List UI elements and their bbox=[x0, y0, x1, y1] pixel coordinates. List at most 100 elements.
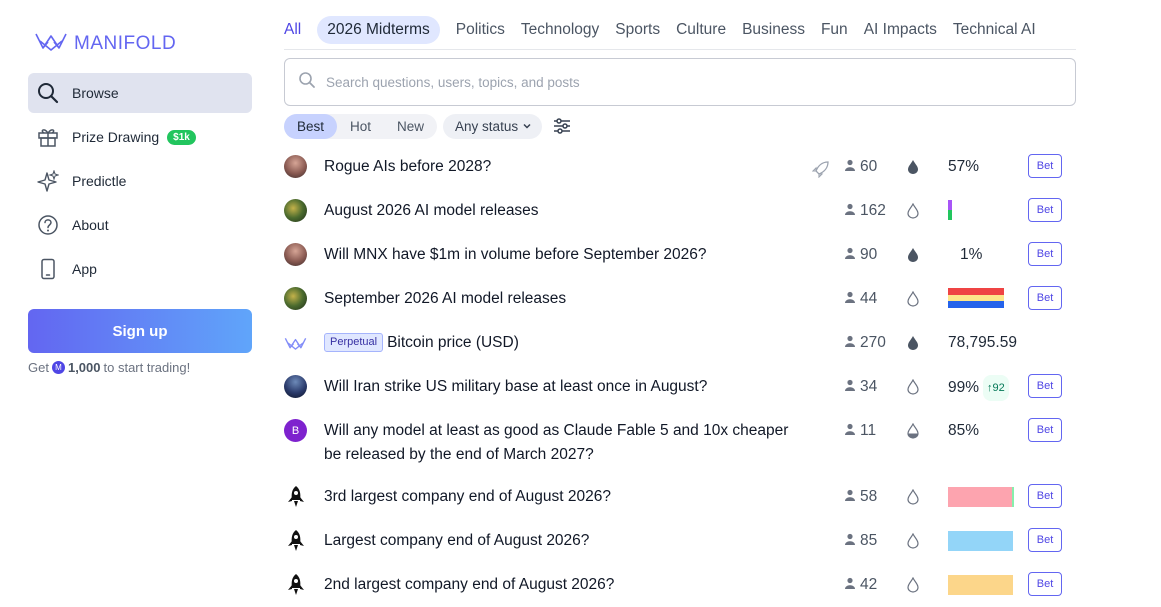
rocket-avatar-icon[interactable] bbox=[284, 529, 307, 552]
sort-group: Best Hot New bbox=[284, 113, 438, 139]
market-row[interactable]: August 2026 AI model releases 162 Bet bbox=[284, 188, 1076, 232]
market-row[interactable]: Will MNX have $1m in volume before Septe… bbox=[284, 232, 1076, 276]
sidebar-item-label: App bbox=[72, 261, 97, 277]
tab-2026-midterms[interactable]: 2026 Midterms bbox=[317, 15, 440, 44]
bet-button[interactable]: Bet bbox=[1028, 242, 1062, 266]
user-icon bbox=[844, 331, 856, 355]
rocket-avatar-icon[interactable] bbox=[284, 573, 307, 596]
sidebar-item-about[interactable]: About bbox=[28, 205, 252, 245]
avatar[interactable]: B bbox=[284, 419, 307, 442]
answer-distribution-bar bbox=[948, 487, 1014, 512]
bet-button[interactable]: Bet bbox=[1028, 528, 1062, 552]
market-row[interactable]: B Will any model at least as good as Cla… bbox=[284, 408, 1076, 474]
rocket-icon bbox=[811, 160, 830, 183]
answer-distribution-bar bbox=[948, 575, 1014, 600]
trader-count: 60 bbox=[844, 155, 877, 179]
bet-button[interactable]: Bet bbox=[1028, 198, 1062, 222]
bet-button[interactable]: Bet bbox=[1028, 572, 1062, 596]
trader-count: 90 bbox=[844, 243, 877, 267]
tab-business[interactable]: Business bbox=[742, 21, 805, 39]
probability: 1% bbox=[960, 246, 983, 263]
gift-icon bbox=[37, 126, 59, 148]
phone-icon bbox=[37, 258, 59, 280]
market-title[interactable]: 2nd largest company end of August 2026? bbox=[324, 573, 804, 597]
market-title[interactable]: Will MNX have $1m in volume before Septe… bbox=[324, 243, 804, 267]
avatar[interactable] bbox=[284, 199, 307, 222]
signup-note: Get M 1,000 to start trading! bbox=[28, 360, 190, 375]
market-title-text: Bitcoin price (USD) bbox=[387, 334, 519, 351]
tab-technology[interactable]: Technology bbox=[521, 21, 599, 39]
user-icon bbox=[844, 287, 856, 311]
market-title[interactable]: Rogue AIs before 2028? bbox=[324, 155, 804, 179]
market-list: Rogue AIs before 2028? 60 57% Bet August… bbox=[284, 144, 1076, 606]
market-row[interactable]: 3rd largest company end of August 2026? … bbox=[284, 474, 1076, 518]
bet-button[interactable]: Bet bbox=[1028, 484, 1062, 508]
avatar[interactable] bbox=[284, 375, 307, 398]
bet-button[interactable]: Bet bbox=[1028, 154, 1062, 178]
sidebar-item-app[interactable]: App bbox=[28, 249, 252, 289]
probability: 57% bbox=[948, 158, 980, 175]
tab-sports[interactable]: Sports bbox=[615, 21, 660, 39]
trader-count: 270 bbox=[844, 331, 886, 355]
manifold-crane-icon bbox=[34, 28, 68, 59]
market-row[interactable]: Will Iran strike US military base at lea… bbox=[284, 364, 1076, 408]
tab-fun[interactable]: Fun bbox=[821, 21, 848, 39]
manifold-logo[interactable]: MANIFOLD bbox=[34, 28, 176, 59]
price-value: 78,795.59 bbox=[948, 334, 1017, 351]
sidebar-item-browse[interactable]: Browse bbox=[28, 73, 252, 113]
sidebar-item-predictle[interactable]: Predictle bbox=[28, 161, 252, 201]
trader-count: 34 bbox=[844, 375, 877, 399]
trader-count-value: 34 bbox=[860, 378, 878, 395]
search-bar bbox=[284, 58, 1076, 106]
sign-up-button[interactable]: Sign up bbox=[28, 309, 252, 353]
bet-button[interactable]: Bet bbox=[1028, 286, 1062, 310]
market-row[interactable]: Rogue AIs before 2028? 60 57% Bet bbox=[284, 144, 1076, 188]
tab-politics[interactable]: Politics bbox=[456, 21, 505, 39]
avatar[interactable] bbox=[284, 243, 307, 266]
market-title[interactable]: August 2026 AI model releases bbox=[324, 199, 804, 223]
search-icon bbox=[298, 71, 316, 94]
market-title[interactable]: Will any model at least as good as Claud… bbox=[324, 419, 804, 467]
market-title[interactable]: Perpetual Bitcoin price (USD) bbox=[324, 331, 804, 355]
tab-all[interactable]: All bbox=[284, 21, 301, 39]
tab-culture[interactable]: Culture bbox=[676, 21, 726, 39]
avatar[interactable] bbox=[284, 331, 307, 354]
market-row[interactable]: 2nd largest company end of August 2026? … bbox=[284, 562, 1076, 606]
sidebar-item-prize-drawing[interactable]: Prize Drawing $1k bbox=[28, 117, 252, 157]
tab-technical-ai[interactable]: Technical AI bbox=[953, 21, 1036, 39]
signup-note-amount: 1,000 bbox=[67, 360, 101, 375]
signup-note-suffix: to start trading! bbox=[103, 360, 191, 375]
liquidity-full-icon bbox=[906, 335, 920, 356]
market-row[interactable]: Perpetual Bitcoin price (USD) 270 78,795.… bbox=[284, 320, 1076, 364]
trader-count: 42 bbox=[844, 573, 877, 597]
market-title[interactable]: 3rd largest company end of August 2026? bbox=[324, 485, 804, 509]
trader-count-value: 270 bbox=[860, 334, 886, 351]
market-row[interactable]: September 2026 AI model releases 44 Bet bbox=[284, 276, 1076, 320]
bet-button[interactable]: Bet bbox=[1028, 374, 1062, 398]
sort-best[interactable]: Best bbox=[284, 113, 338, 139]
sort-new[interactable]: New bbox=[384, 114, 437, 139]
trader-count-value: 42 bbox=[860, 576, 878, 593]
sort-hot[interactable]: Hot bbox=[337, 114, 384, 139]
avatar[interactable] bbox=[284, 155, 307, 178]
sidebar: MANIFOLD Browse Prize Drawing $1k Predic… bbox=[0, 0, 270, 607]
user-icon bbox=[844, 573, 856, 597]
trader-count-value: 58 bbox=[860, 488, 878, 505]
avatar[interactable] bbox=[284, 287, 307, 310]
liquidity-empty-icon bbox=[906, 290, 920, 312]
liquidity-empty-icon bbox=[906, 202, 920, 224]
market-title[interactable]: Largest company end of August 2026? bbox=[324, 529, 804, 553]
market-title[interactable]: September 2026 AI model releases bbox=[324, 287, 804, 311]
rocket-avatar-icon[interactable] bbox=[284, 485, 307, 508]
answer-distribution-bar bbox=[948, 288, 1004, 313]
market-row[interactable]: Largest company end of August 2026? 85 B… bbox=[284, 518, 1076, 562]
market-title[interactable]: Will Iran strike US military base at lea… bbox=[324, 375, 804, 399]
status-select[interactable]: Any status bbox=[443, 113, 543, 139]
status-select-value: Any status bbox=[455, 118, 519, 134]
bet-button[interactable]: Bet bbox=[1028, 418, 1062, 442]
user-icon bbox=[844, 199, 856, 223]
sparkles-icon bbox=[37, 170, 59, 192]
filter-settings-icon[interactable] bbox=[552, 116, 572, 136]
tab-ai-impacts[interactable]: AI Impacts bbox=[864, 21, 937, 39]
search-input[interactable] bbox=[326, 74, 1026, 90]
